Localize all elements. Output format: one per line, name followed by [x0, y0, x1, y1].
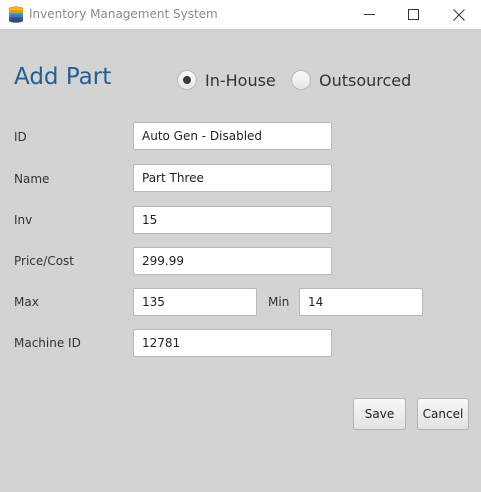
name-label: Name: [14, 172, 50, 186]
machine-id-field[interactable]: 12781: [133, 329, 332, 357]
save-button[interactable]: Save: [353, 398, 406, 430]
page-title: Add Part: [14, 64, 112, 90]
name-field[interactable]: Part Three: [133, 164, 332, 192]
inv-label: Inv: [14, 213, 33, 227]
maximize-button[interactable]: [390, 0, 436, 29]
id-field[interactable]: Auto Gen - Disabled: [133, 122, 332, 150]
machine-id-label: Machine ID: [14, 336, 81, 350]
radio-selected-icon: [177, 70, 197, 90]
window-title: Inventory Management System: [29, 7, 218, 21]
min-field[interactable]: 14: [299, 288, 423, 316]
max-field[interactable]: 135: [133, 288, 257, 316]
max-label: Max: [14, 295, 39, 309]
minimize-button[interactable]: [346, 0, 392, 29]
close-icon: [453, 8, 465, 21]
title-bar: Inventory Management System: [0, 0, 481, 30]
database-icon: [8, 6, 24, 23]
id-label: ID: [14, 130, 27, 144]
maximize-icon: [407, 9, 419, 20]
outsourced-radio[interactable]: Outsourced: [291, 68, 411, 92]
minimize-icon: [363, 14, 375, 15]
close-button[interactable]: [436, 0, 481, 29]
in-house-label: In-House: [205, 70, 276, 90]
in-house-radio[interactable]: In-House: [177, 68, 276, 92]
inv-field[interactable]: 15: [133, 206, 332, 234]
price-cost-field[interactable]: 299.99: [133, 247, 332, 275]
cancel-button[interactable]: Cancel: [417, 398, 469, 430]
min-label: Min: [268, 295, 290, 309]
price-cost-label: Price/Cost: [14, 254, 74, 268]
outsourced-label: Outsourced: [319, 70, 412, 90]
radio-unselected-icon: [291, 70, 311, 90]
